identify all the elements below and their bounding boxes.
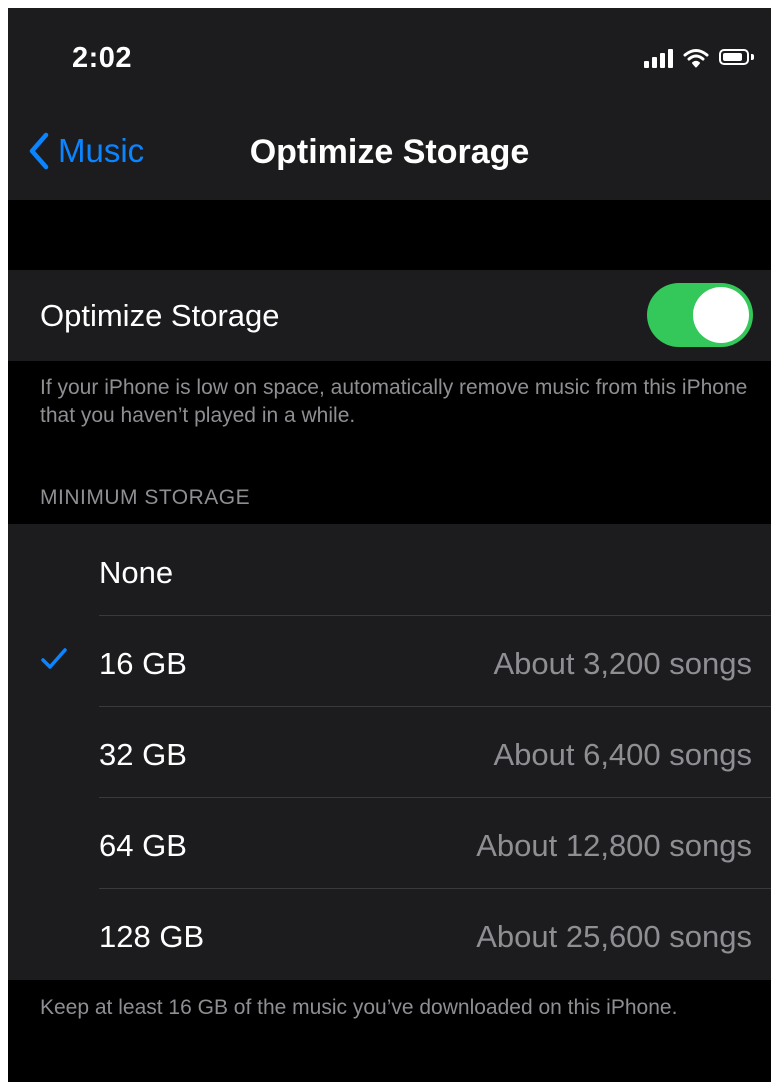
divider bbox=[99, 615, 771, 616]
divider bbox=[99, 706, 771, 707]
storage-option-16gb[interactable]: 16 GB About 3,200 songs bbox=[8, 615, 771, 706]
option-label: 32 GB bbox=[99, 737, 187, 772]
back-button-label: Music bbox=[58, 132, 145, 169]
toggle-footer-text: If your iPhone is low on space, automati… bbox=[40, 376, 748, 427]
toggle-knob bbox=[693, 287, 749, 343]
option-detail: About 12,800 songs bbox=[476, 828, 752, 863]
list-footer-text: Keep at least 16 GB of the music you’ve … bbox=[40, 996, 678, 1019]
optimize-storage-label: Optimize Storage bbox=[40, 298, 280, 333]
storage-option-128gb[interactable]: 128 GB About 25,600 songs bbox=[8, 888, 771, 979]
option-label: 64 GB bbox=[99, 828, 187, 863]
cellular-signal-icon bbox=[644, 48, 673, 68]
optimize-storage-row: Optimize Storage bbox=[8, 270, 771, 361]
option-label: 16 GB bbox=[99, 646, 187, 681]
divider bbox=[99, 797, 771, 798]
battery-icon bbox=[719, 49, 755, 67]
chevron-left-icon bbox=[29, 132, 49, 170]
status-bar: 2:02 bbox=[8, 8, 771, 103]
storage-option-32gb[interactable]: 32 GB About 6,400 songs bbox=[8, 706, 771, 797]
screen: 2:02 Optimize Storage Music Optimize Sto… bbox=[8, 8, 771, 1082]
status-icons bbox=[644, 46, 755, 70]
option-label: None bbox=[99, 555, 174, 590]
option-detail: About 6,400 songs bbox=[493, 737, 752, 772]
status-time: 2:02 bbox=[72, 42, 133, 74]
option-detail: About 3,200 songs bbox=[493, 646, 752, 681]
option-detail: About 25,600 songs bbox=[476, 919, 752, 954]
optimize-storage-toggle[interactable] bbox=[647, 283, 753, 347]
minimum-storage-list: None 16 GB About 3,200 songs 32 GB About… bbox=[8, 524, 771, 980]
back-button[interactable]: Music bbox=[26, 129, 144, 173]
storage-option-none[interactable]: None bbox=[8, 524, 771, 615]
storage-option-64gb[interactable]: 64 GB About 12,800 songs bbox=[8, 797, 771, 888]
wifi-icon bbox=[683, 49, 709, 68]
checkmark-icon bbox=[41, 648, 67, 669]
divider bbox=[99, 888, 771, 889]
section-header: MINIMUM STORAGE bbox=[40, 486, 251, 509]
option-label: 128 GB bbox=[99, 919, 205, 954]
navigation-bar: Optimize Storage Music bbox=[8, 103, 771, 200]
